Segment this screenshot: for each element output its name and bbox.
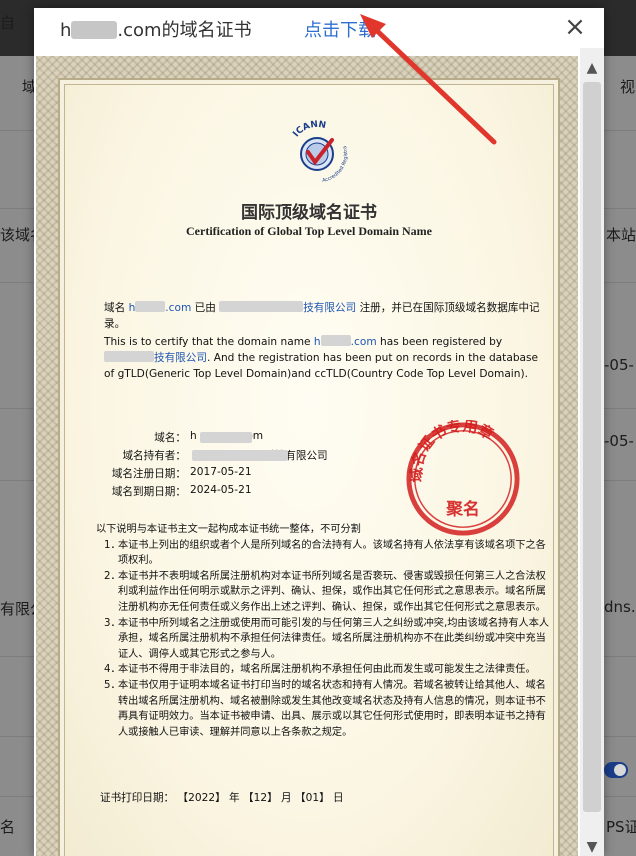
text: 技有限公司	[303, 302, 357, 314]
background-text: 视	[620, 78, 636, 96]
text: has been registered by	[380, 336, 503, 348]
certificate-rules: 以下说明与本证书主文一起构成本证书统一整体，不可分割 1． 本证书上列出的组织或者…	[96, 522, 552, 740]
rules-list: 1． 本证书上列出的组织或者个人是所列域名的合法持有人。该域名持有人依法享有该域名…	[96, 538, 552, 741]
background-text: dns.	[604, 598, 636, 616]
redacted-mask	[320, 335, 351, 346]
background-text: PS证	[606, 818, 636, 836]
rule-number: 1．	[104, 539, 121, 551]
rules-intro: 以下说明与本证书主文一起构成本证书统一整体，不可分割	[96, 524, 361, 535]
background-text: 名	[0, 818, 16, 836]
rule-text: 本证书并不表明域名所属注册机构对本证书所列域名是否亵玩、侵害或毁损任何第三人之合…	[118, 570, 546, 613]
svg-text:ICANN: ICANN	[291, 120, 326, 139]
rule-number: 5．	[104, 679, 121, 691]
rule-number: 2．	[104, 570, 121, 582]
field-value: 2017-05-21	[190, 466, 252, 478]
rule-text: 本证书不得用于非法目的，域名所属注册机构不承担任何由此而发生或可能发生之法律责任…	[118, 664, 536, 676]
certificate-frame: ICANN Accredited Registrar 国际顶级域名证书 Cert…	[36, 56, 578, 856]
print-date-value: 【2022】 年 【12】 月 【01】 日	[177, 792, 344, 804]
rule-item: 1． 本证书上列出的组织或者个人是所列域名的合法持有人。该域名持有人依法享有该域名…	[96, 538, 552, 569]
redacted-mask	[104, 351, 154, 362]
text: 技有限公司	[154, 352, 207, 364]
text: .com	[165, 302, 192, 314]
background-text: -05-	[604, 432, 634, 450]
text: 已由	[194, 302, 216, 314]
rule-number: 4．	[104, 664, 121, 676]
background-text: 自	[0, 14, 16, 32]
text: h	[313, 336, 321, 348]
print-date: 证书打印日期： 【2022】 年 【12】 月 【01】 日	[100, 790, 344, 805]
modal-title-suffix: .com的域名证书	[117, 20, 252, 41]
rule-item: 5． 本证书仅用于证明本域名证书打印当时的域名状态和持有人情况。若域名被转让给其他…	[96, 678, 552, 740]
certificate-statement-cn: 域名 h .com 已由 技有限公司 注册，并已在国际顶级域名数据库中记录。	[104, 300, 550, 332]
rule-number: 3．	[104, 617, 121, 629]
domain-text: h .com	[313, 335, 377, 348]
redacted-mask	[135, 301, 166, 312]
text: This is to certify that the domain name	[104, 336, 311, 348]
modal-title: h .com的域名证书	[60, 16, 252, 42]
text: h	[128, 302, 136, 314]
download-link[interactable]: 点击下载	[304, 16, 376, 42]
rule-text: 本证书中所列域名之注册或使用而可能引发的与任何第三人之纠纷或冲突,均由该域名持有…	[118, 617, 550, 660]
certificate-statement-en: This is to certify that the domain name …	[104, 334, 550, 382]
print-date-label: 证书打印日期：	[100, 792, 175, 804]
background-toggle	[604, 762, 628, 778]
certificate-title-en: Certification of Global Top Level Domain…	[186, 224, 432, 238]
company-text: 技有限公司	[219, 301, 357, 314]
text: 域名	[104, 302, 126, 314]
certificate-scroll-area[interactable]: ICANN Accredited Registrar 国际顶级域名证书 Cert…	[34, 48, 604, 856]
text: .com	[350, 336, 377, 348]
certificate-paper: ICANN Accredited Registrar 国际顶级域名证书 Cert…	[58, 78, 560, 856]
field-label: 域名注册日期：	[111, 468, 186, 480]
official-seal-icon: 域名证书专用章 聚名	[406, 420, 520, 536]
company-text: 技有限公司	[104, 351, 207, 364]
svg-text:域名证书专用章: 域名证书专用章	[407, 420, 497, 483]
scroll-down-icon[interactable]: ▼	[580, 838, 604, 856]
background-text: 本站	[606, 226, 636, 244]
rule-item: 2． 本证书并不表明域名所属注册机构对本证书所列域名是否亵玩、侵害或毁损任何第三人…	[96, 569, 552, 616]
certificate-modal: h .com的域名证书 点击下载 × ICANN Accredited Regi…	[34, 8, 604, 856]
seal-brand: 聚名	[445, 498, 479, 518]
scroll-up-icon[interactable]: ▲	[580, 56, 604, 80]
rule-item: 4． 本证书不得用于非法目的，域名所属注册机构不承担任何由此而发生或可能发生之法律…	[96, 662, 552, 678]
vertical-scrollbar[interactable]: ▲ ▼	[580, 48, 604, 856]
scroll-thumb[interactable]	[583, 82, 601, 812]
background-text: -05-	[604, 356, 634, 374]
rule-text: 本证书上列出的组织或者个人是所列域名的合法持有人。该域名持有人依法享有该域名项下…	[118, 539, 546, 567]
rule-text: 本证书仅用于证明本域名证书打印当时的域名状态和持有人情况。若域名被转让给其他人、…	[118, 679, 546, 738]
field-label: 域名：	[154, 432, 186, 444]
field-label: 域名到期日期：	[111, 486, 186, 498]
seal-text: 域名证书专用章	[407, 420, 497, 483]
field-label: 域名持有者：	[122, 450, 186, 462]
redacted-mask	[192, 450, 288, 461]
close-icon[interactable]: ×	[560, 12, 590, 42]
icann-logo-icon: ICANN Accredited Registrar	[282, 116, 349, 184]
modal-title-prefix: h	[60, 20, 72, 41]
modal-header: h .com的域名证书 点击下载 ×	[34, 8, 604, 48]
rule-item: 3． 本证书中所列域名之注册或使用而可能引发的与任何第三人之纠纷或冲突,均由该域名…	[96, 616, 552, 663]
domain-text: h .com	[128, 301, 192, 314]
logo-text: ICANN	[291, 120, 326, 139]
redacted-mask	[219, 301, 304, 312]
redacted-mask	[200, 432, 252, 443]
certificate-title-cn: 国际顶级域名证书	[241, 203, 377, 223]
field-value: 2024-05-21	[190, 484, 252, 496]
redacted-mask	[71, 21, 118, 39]
